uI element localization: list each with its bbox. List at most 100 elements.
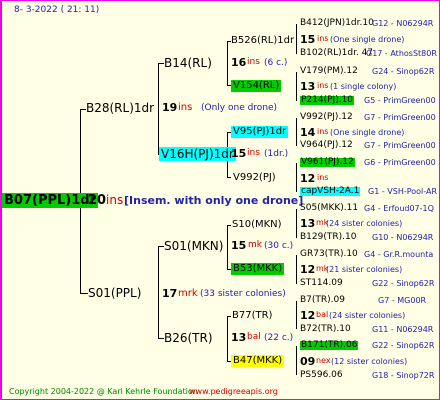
connector (296, 209, 297, 238)
gen4-year: 12 (300, 309, 316, 322)
gen4-link[interactable]: G1 - VSH-Pool-AR (368, 188, 437, 196)
gen3-desc: (6 c.) (264, 58, 288, 68)
connector (158, 246, 159, 339)
gen2-unit: mk (248, 240, 262, 250)
gen4-queen: V964(PJ).12 (300, 140, 353, 150)
gen4-queen: B72(TR).10 (300, 324, 351, 334)
gen3-queen: B526(RL)1dr (231, 35, 295, 46)
gen4-link[interactable]: G18 - Sinop72R (372, 372, 434, 380)
footer-copyright: Copyright 2004-2022 @ Karl Kehrle Founda… (9, 387, 198, 396)
connector (227, 41, 228, 86)
gen4-year: 12 (300, 172, 316, 185)
root-queen: B07(PPL)1dr (2, 193, 98, 208)
gen2-queen: V16H(PJ)1dr (159, 147, 236, 161)
gen4-year: 09 (300, 355, 316, 368)
gen4-queen: ST114.09 (300, 278, 343, 288)
connector (80, 293, 88, 294)
gen4-link[interactable]: G10 - N06294R (372, 234, 433, 242)
gen2-desc: (30 c.) (264, 241, 294, 251)
gen2-desc: (22 c.) (264, 333, 294, 343)
gen4-unit: ins (317, 127, 329, 136)
gen3-queen: V95(PJ)1dr (231, 126, 289, 138)
gen4-year: 13 (300, 80, 316, 93)
connector (296, 118, 297, 146)
gen1-unit: ins (178, 102, 193, 113)
gen4-desc: (12 sister colonies) (331, 357, 408, 366)
gen4-link[interactable]: G12 - N06294R (372, 20, 433, 28)
gen4-desc: (21 sister colonies) (326, 265, 403, 274)
gen4-desc: (24 sister colonies) (326, 219, 403, 228)
gen3-year: 16 (231, 56, 247, 69)
date-label: 8- 3-2022 ( 21: 11) (14, 5, 100, 15)
root-desc: [Insem. with only one drone] (124, 194, 304, 207)
gen4-queen: B129(TR).10 (300, 232, 357, 242)
gen4-link[interactable]: G4 - Gr.R.mounta (364, 251, 433, 259)
footer-link[interactable]: www.pedigreeapis.org (189, 388, 278, 396)
gen4-link[interactable]: G11 - N06294R (372, 326, 433, 334)
pedigree-chart: { "date": "8- 3-2022 ( 21: 11)", "footer… (0, 0, 440, 400)
connector (296, 72, 297, 101)
connector (296, 255, 297, 284)
gen4-unit: ins (317, 81, 329, 90)
gen4-queen: GR73(TR).10 (300, 249, 358, 259)
gen1-queen: B28(RL)1dr (86, 101, 155, 115)
gen4-queen: B7(TR).09 (300, 295, 345, 305)
gen2-year: 15 (231, 239, 247, 252)
gen4-queen: B171(TR).06 (300, 340, 359, 350)
gen4-link[interactable]: G4 - Erfoud07-1Q (364, 205, 434, 213)
gen4-link[interactable]: G7 - PrimGreen00 (364, 114, 436, 122)
gen1-queen: S01(PPL) (88, 286, 142, 300)
connector (296, 301, 297, 329)
gen4-link[interactable]: G24 - Sinop62R (372, 68, 434, 76)
gen4-unit: ins (317, 173, 329, 182)
gen4-desc: (24 sister colonies) (329, 311, 406, 320)
gen4-link[interactable]: G7 - MG00R (378, 297, 426, 305)
gen4-link[interactable]: G7 - PrimGreen00 (364, 142, 436, 150)
gen3-queen: S10(MKN) (232, 219, 282, 230)
gen3-queen: B47(MKK) (231, 355, 285, 367)
connector (296, 346, 297, 375)
connector (296, 24, 297, 54)
gen3-queen: B77(TR) (232, 310, 273, 321)
gen4-queen: V961(PJ).12 (300, 157, 355, 167)
gen4-desc: (One single drone) (330, 128, 405, 137)
connector (158, 63, 159, 155)
gen2-queen: B14(RL) (164, 56, 212, 70)
root-unit: ins (106, 193, 124, 207)
gen2-queen: S01(MKN) (164, 239, 224, 253)
gen4-queen: PS596.06 (300, 370, 343, 380)
gen2-year: 13 (231, 331, 247, 344)
gen4-link[interactable]: G5 - PrimGreen00 (364, 97, 436, 105)
connector (227, 177, 231, 178)
gen4-year: 13 (300, 217, 316, 230)
gen4-link[interactable]: G17 - AthosSt80R (366, 50, 437, 58)
gen3-queen: V992(PJ) (233, 172, 276, 183)
connector (296, 163, 297, 192)
gen4-unit: nex (316, 356, 331, 365)
gen2-unit: bal (247, 332, 261, 342)
gen2-unit: ins (247, 148, 260, 158)
gen1-desc: (Only one drone) (201, 103, 278, 113)
gen4-queen: S05(MKK).11 (300, 203, 359, 213)
connector (227, 225, 228, 270)
gen4-unit: ins (317, 34, 329, 43)
gen2-year: 15 (231, 147, 247, 160)
gen1-year: 17 (162, 287, 178, 300)
gen4-link[interactable]: G6 - PrimGreen00 (364, 159, 436, 167)
gen2-queen: B26(TR) (164, 331, 213, 345)
gen4-link[interactable]: G22 - Sinop62R (372, 280, 434, 288)
gen4-link[interactable]: G22 - Sinop62R (372, 342, 434, 350)
connector (227, 225, 231, 226)
gen3-unit: ins (247, 57, 260, 67)
gen3-queen: V154(RL) (231, 80, 282, 92)
gen4-desc: (1 single colony) (330, 82, 397, 91)
gen1-unit: mrk (178, 288, 198, 299)
gen4-queen: V992(PJ).12 (300, 112, 353, 122)
gen4-year: 14 (300, 126, 316, 139)
connector (227, 316, 231, 317)
gen4-queen: P214(PJ).10 (300, 95, 355, 105)
gen4-queen: V179(PM).12 (300, 66, 358, 76)
gen4-year: 15 (300, 33, 316, 46)
gen4-desc: (One single drone) (330, 35, 405, 44)
gen3-queen: B53(MKK) (231, 263, 285, 275)
